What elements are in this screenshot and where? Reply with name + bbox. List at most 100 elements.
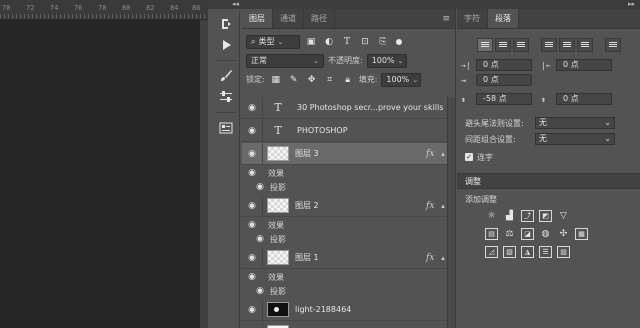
mojikumi-row: 间距组合设置: 无 ⌄ [457,131,640,147]
visibility-eye-icon[interactable]: ◉ [242,305,262,315]
levels-icon[interactable]: ▟ [503,210,516,222]
justify-last-center-icon[interactable] [559,38,575,52]
photo-filter-icon[interactable]: ◍ [539,228,552,240]
indent-right-input[interactable]: 0 点 [556,59,612,71]
space-before-input[interactable]: -58 点 [476,93,532,105]
mojikumi-dropdown[interactable]: 无 ⌄ [535,133,615,145]
visibility-eye-icon[interactable]: ◉ [242,201,262,211]
visibility-eye-icon[interactable]: ◉ [242,253,262,263]
posterize-icon[interactable]: ▧ [503,246,516,258]
tab-character[interactable]: 字符 [457,9,488,28]
layer-row[interactable]: ◉ T PHOTOSHOP [242,120,448,142]
fx-icon[interactable]: fx [426,253,438,263]
visibility-eye-icon[interactable]: ◉ [242,149,262,159]
play-action-icon[interactable] [215,36,237,54]
brush-icon[interactable] [215,67,237,85]
filter-kind-dropdown[interactable]: ⌕ 类型 ⌄ [246,34,300,49]
filter-pixel-icon[interactable]: ▣ [304,35,318,49]
lock-position-icon[interactable]: ✥ [305,73,319,87]
invert-icon[interactable]: ◿ [485,246,498,258]
canvas-scrollbar[interactable] [200,20,208,328]
filter-adjustment-icon[interactable]: ◐ [322,35,336,49]
layer-row[interactable]: ◉ 图层 1 fx ▴ [242,247,448,269]
color-lookup-icon[interactable]: ▦ [575,228,588,240]
adjust-sliders-icon[interactable] [215,88,237,106]
history-icon[interactable] [215,15,237,33]
visibility-eye-icon[interactable]: ◉ [242,103,262,113]
space-after-field[interactable]: ⇟ 0 点 [541,93,612,105]
vibrance-icon[interactable]: ▽ [557,210,570,222]
indent-first-field[interactable]: ⇥ 0 点 [461,74,532,86]
tab-paragraph[interactable]: 段落 [488,9,519,28]
tab-layers[interactable]: 图层 [242,9,273,28]
effects-row[interactable]: ◉ 效果 [242,166,448,180]
justify-last-right-icon[interactable] [577,38,593,52]
black-white-icon[interactable]: ◪ [521,228,534,240]
fx-icon[interactable]: fx [426,201,438,211]
layer-row[interactable]: ◉ 图层 2 fx ▴ [242,195,448,217]
visibility-eye-icon[interactable]: ◉ [250,182,270,192]
selective-color-icon[interactable]: ☰ [539,246,552,258]
panel-menu-icon[interactable]: ≡ [437,9,455,28]
color-balance-icon[interactable]: ⚖ [503,228,516,240]
filter-shape-icon[interactable]: ⊡ [358,35,372,49]
indent-left-field[interactable]: →| 0 点 [461,59,532,71]
align-right-icon[interactable] [513,38,529,52]
space-before-field[interactable]: ⇞ -58 点 [461,93,532,105]
adjustments-header[interactable]: 调整 [457,173,640,189]
align-center-icon[interactable] [495,38,511,52]
effects-row[interactable]: ◉ 效果 [242,218,448,232]
effect-row[interactable]: ◉ 投影 [242,232,448,246]
lock-artboard-icon[interactable]: ⌗ [323,73,337,87]
indent-left-input[interactable]: 0 点 [476,59,532,71]
divider [215,112,236,113]
fill-input[interactable]: 100% ⌄ [381,72,422,87]
visibility-eye-icon[interactable]: ◉ [242,272,262,282]
filter-type-icon[interactable]: T [340,35,354,49]
hyphenate-checkbox[interactable]: ✓ [465,153,473,161]
layer-row-selected[interactable]: ◉ 图层 3 fx ▴ [242,143,448,165]
curves-icon[interactable]: ⤴ [521,210,534,222]
layer-row[interactable]: ◉ light-2188464 [242,299,448,321]
lock-transparent-icon[interactable]: ▦ [269,73,283,87]
document-canvas[interactable] [0,20,208,328]
kinsoku-dropdown[interactable]: 无 ⌄ [535,117,615,129]
visibility-eye-icon[interactable]: ◉ [242,126,262,136]
align-left-icon[interactable] [477,38,493,52]
properties-icon[interactable] [215,119,237,137]
effect-row[interactable]: ◉ 投影 [242,284,448,298]
filter-smart-object-icon[interactable]: ⎘ [376,35,390,49]
tab-channels[interactable]: 通道 [273,9,304,28]
brightness-icon[interactable]: ☼ [485,210,498,222]
justify-last-left-icon[interactable] [541,38,557,52]
lock-all-icon[interactable]: 🔒︎ [341,73,355,87]
visibility-eye-icon[interactable]: ◉ [242,220,262,230]
layer-row[interactable]: ◉ 背景 🔒︎ [242,322,448,328]
collapse-left-icon[interactable]: ◂◂ [232,0,239,9]
visibility-eye-icon[interactable]: ◉ [250,234,270,244]
hue-saturation-icon[interactable]: ▤ [485,228,498,240]
space-after-input[interactable]: 0 点 [556,93,612,105]
layers-scrollbar[interactable] [447,97,455,328]
effects-row[interactable]: ◉ 效果 [242,270,448,284]
tab-paths[interactable]: 路径 [304,9,335,28]
visibility-eye-icon[interactable]: ◉ [250,286,270,296]
exposure-icon[interactable]: ◩ [539,210,552,222]
threshold-icon[interactable]: ◮ [521,246,534,258]
effect-row[interactable]: ◉ 投影 [242,180,448,194]
indent-first-input[interactable]: 0 点 [476,74,532,86]
effect-name: 投影 [270,182,286,192]
gradient-map-icon[interactable]: ▥ [557,246,570,258]
channel-mixer-icon[interactable]: ✣ [557,228,570,240]
filter-toggle-icon[interactable] [396,38,402,45]
opacity-input[interactable]: 100% ⌄ [366,53,407,68]
indent-right-field[interactable]: |← 0 点 [541,59,612,71]
visibility-eye-icon[interactable]: ◉ [242,168,262,178]
lock-pixels-icon[interactable]: ✎ [287,73,301,87]
fx-icon[interactable]: fx [426,149,438,159]
layer-row[interactable]: ◉ T 30 Photoshop secr...prove your skill… [242,97,448,119]
collapse-right-icon[interactable]: ▸▸ [628,0,635,9]
justify-all-icon[interactable] [605,38,621,52]
blend-mode-dropdown[interactable]: 正常 ⌄ [246,53,324,68]
alignment-buttons [457,29,640,55]
